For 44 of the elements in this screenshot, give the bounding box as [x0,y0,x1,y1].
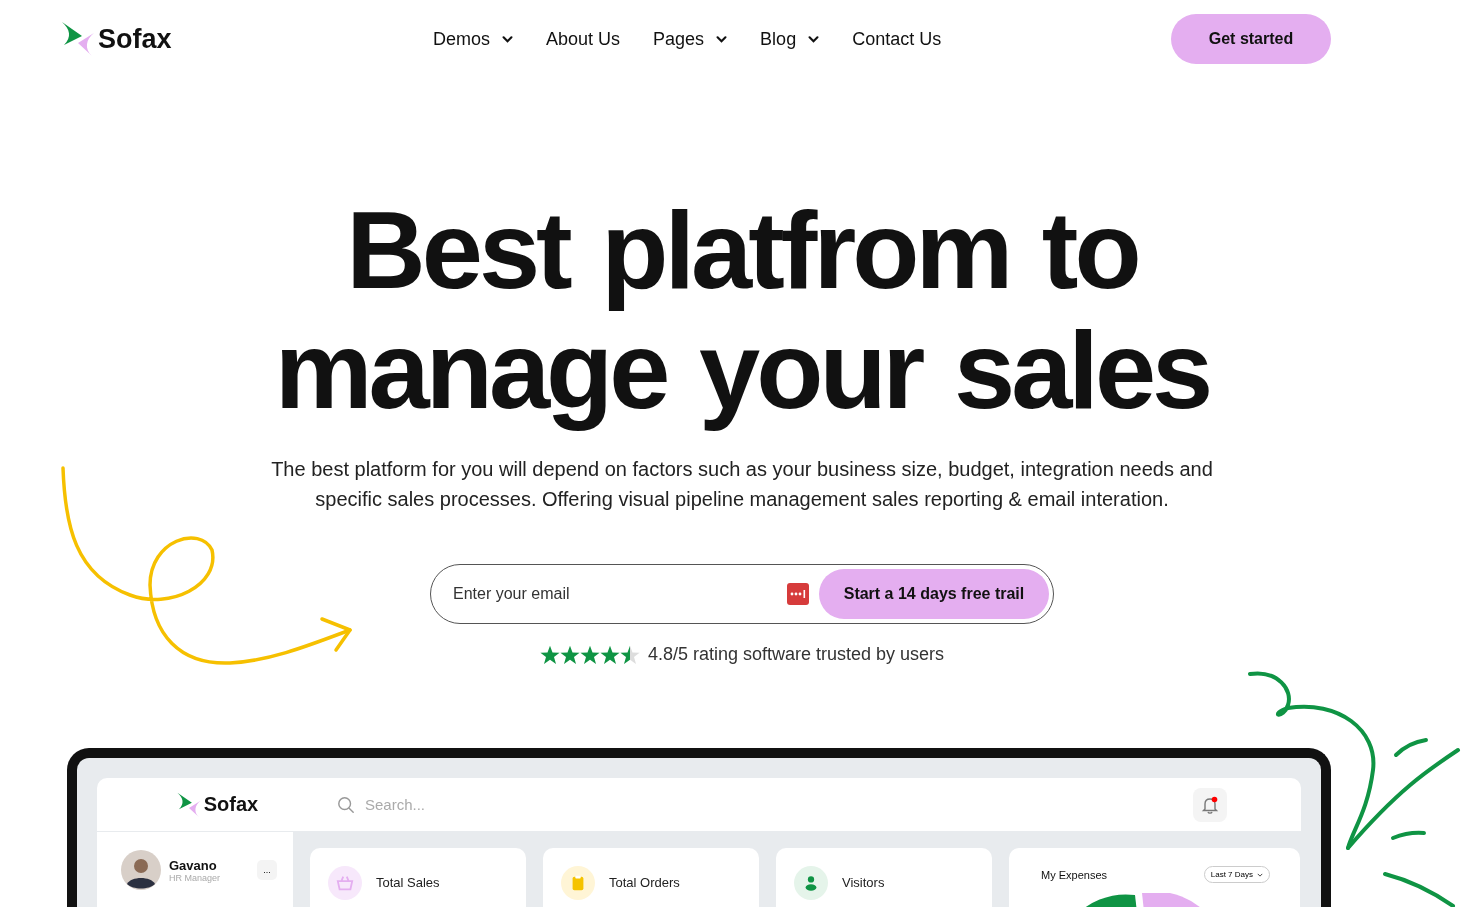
nav-link[interactable]: Contact Us [852,28,942,50]
nav-link[interactable]: About Us [546,28,621,50]
bell-icon [1200,794,1220,815]
logo-icon [60,21,96,57]
card-label: Total Orders [609,874,680,892]
basket-icon [328,866,362,900]
avatar-icon [121,850,161,890]
star-icon [579,644,600,665]
dash-stroke [1394,738,1428,757]
star-icon [599,644,620,665]
notification-button[interactable] [1193,787,1227,822]
hero-title: manage your sales [273,310,1211,430]
brand-name: Sofax [203,793,259,816]
nav-link[interactable]: Pages [653,28,728,50]
period-dropdown[interactable]: Last 7 Days [1203,866,1270,883]
get-started-button[interactable]: Get started [1171,14,1331,64]
user-name: Gavano [169,857,218,873]
hero-subtitle: The best platform for you will depend on factors such as your business size, budget, integration needs and specific sales processes. Offering visual pipeline management sales reporting & email interation. [270,457,1214,512]
chevron-down-icon [1257,872,1263,877]
hero-title: Best platfrom to [345,190,1139,310]
start-trial-button[interactable]: Start a 14 days free trail [819,569,1049,619]
nav-link[interactable]: Demos [433,28,513,50]
user-role: HR Manager [169,872,222,883]
password-manager-icon[interactable] [787,583,809,605]
person-icon [794,866,828,900]
star-icon [619,644,640,665]
nav-link[interactable]: Blog [760,28,820,50]
logo-icon [175,791,202,818]
search-icon [337,795,355,814]
card-label: Visitors [842,874,885,892]
dash-stroke [1383,872,1455,907]
dash-stroke [1391,830,1426,840]
card-title: My Expenses [1041,868,1108,881]
card-label: Total Sales [376,874,440,892]
more-button[interactable]: ... [257,860,277,880]
chevron-down-icon [808,35,820,43]
star-icon [559,644,580,665]
chevron-down-icon [502,35,513,43]
brand-name[interactable]: Sofax [98,23,172,55]
email-input[interactable]: Enter your email [451,584,787,604]
chevron-down-icon [716,35,728,43]
star-icon [539,644,560,665]
rating-text: 4.8/5 rating software trusted by users [647,644,945,665]
clipboard-icon [561,866,595,900]
